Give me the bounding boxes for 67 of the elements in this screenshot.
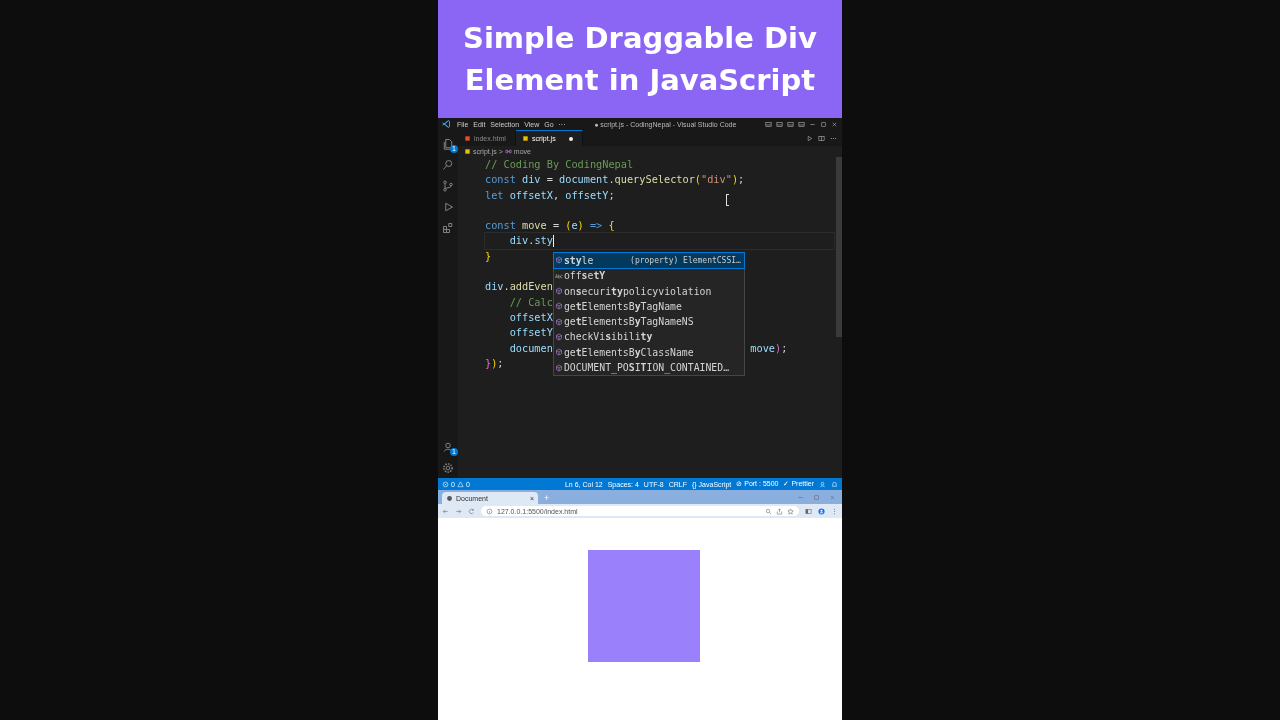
split-editor-icon[interactable] xyxy=(818,134,825,142)
text-icon[interactable] xyxy=(554,271,563,280)
bell-icon[interactable] xyxy=(831,480,838,488)
suggestion-item[interactable]: getElementsByTagName xyxy=(553,298,744,314)
forward-icon[interactable] xyxy=(455,507,462,515)
layout-icon[interactable] xyxy=(798,120,805,128)
search-icon[interactable] xyxy=(442,158,454,171)
property-icon[interactable] xyxy=(554,317,563,326)
code-line: // Coding By CodingNepal xyxy=(485,157,634,172)
code-line: div.sty xyxy=(508,233,553,249)
layout-icon[interactable] xyxy=(765,120,772,128)
reload-icon[interactable] xyxy=(468,507,475,515)
files-icon[interactable] xyxy=(442,137,454,150)
layout-icon[interactable] xyxy=(776,120,783,128)
code-line: let offsetX, offsetY; xyxy=(485,187,615,203)
property-icon[interactable] xyxy=(554,363,563,372)
code-line: offsetX xyxy=(508,309,553,325)
video-title: Simple Draggable Div Element in JavaScript xyxy=(438,0,842,118)
source-control-icon[interactable] xyxy=(442,179,454,192)
code-line: }); xyxy=(485,355,504,371)
star-icon[interactable] xyxy=(787,507,794,515)
code-line: // Calc xyxy=(508,294,553,310)
code-line: const div = document.querySelector("div"); xyxy=(485,172,745,188)
function-icon[interactable] xyxy=(504,148,512,155)
code-line: documen xyxy=(508,340,553,356)
code-line: div.addEven xyxy=(485,279,553,295)
js-file-icon[interactable] xyxy=(521,135,529,142)
js-file-icon[interactable] xyxy=(464,148,471,155)
back-icon[interactable] xyxy=(442,507,449,515)
html-file-icon[interactable] xyxy=(464,134,471,142)
vscode-logo-icon[interactable] xyxy=(442,120,450,128)
globe-icon[interactable] xyxy=(446,494,453,502)
suggestion-item[interactable]: checkVisibility xyxy=(553,329,744,345)
settings-icon[interactable] xyxy=(442,461,454,474)
side-panel-icon[interactable] xyxy=(805,507,812,515)
property-icon[interactable] xyxy=(554,348,563,357)
property-icon[interactable] xyxy=(554,332,563,341)
suggestion-item[interactable]: style (property) ElementCSSI… xyxy=(553,252,744,269)
error-icon[interactable] xyxy=(442,480,449,488)
profile-icon[interactable] xyxy=(818,507,825,515)
text-cursor xyxy=(552,235,554,248)
suggestion-item[interactable]: DOCUMENT_POSITION_CONTAINED… xyxy=(553,359,744,376)
extensions-icon[interactable] xyxy=(442,221,454,234)
code-line: offsetY xyxy=(508,325,553,341)
suggestion-item[interactable]: getElementsByTagNameNS xyxy=(553,314,744,330)
property-icon[interactable] xyxy=(554,256,563,265)
more-icon[interactable] xyxy=(831,507,838,515)
text-cursor-icon xyxy=(726,194,729,206)
property-icon[interactable] xyxy=(554,302,563,311)
info-icon[interactable] xyxy=(486,507,493,515)
code-fragment: move); xyxy=(750,340,788,356)
code-line: } xyxy=(485,248,492,264)
scrollbar[interactable] xyxy=(836,157,842,337)
code-line: const move = (e) => { xyxy=(485,218,615,234)
close-icon[interactable] xyxy=(831,120,838,128)
suggestion-item[interactable]: offsetY xyxy=(553,268,744,284)
run-debug-icon[interactable] xyxy=(442,200,454,213)
run-icon[interactable] xyxy=(806,134,813,142)
zoom-icon[interactable] xyxy=(765,507,772,515)
maximize-icon[interactable] xyxy=(820,120,827,128)
layout-icon[interactable] xyxy=(787,120,794,128)
warning-icon[interactable] xyxy=(456,480,464,488)
share-icon[interactable] xyxy=(776,507,783,515)
account-icon[interactable] xyxy=(442,440,454,453)
suggestion-item[interactable]: getElementsByClassName xyxy=(553,344,744,360)
property-icon[interactable] xyxy=(554,287,563,296)
suggestion-item[interactable]: onsecuritypolicyviolation xyxy=(553,283,744,299)
